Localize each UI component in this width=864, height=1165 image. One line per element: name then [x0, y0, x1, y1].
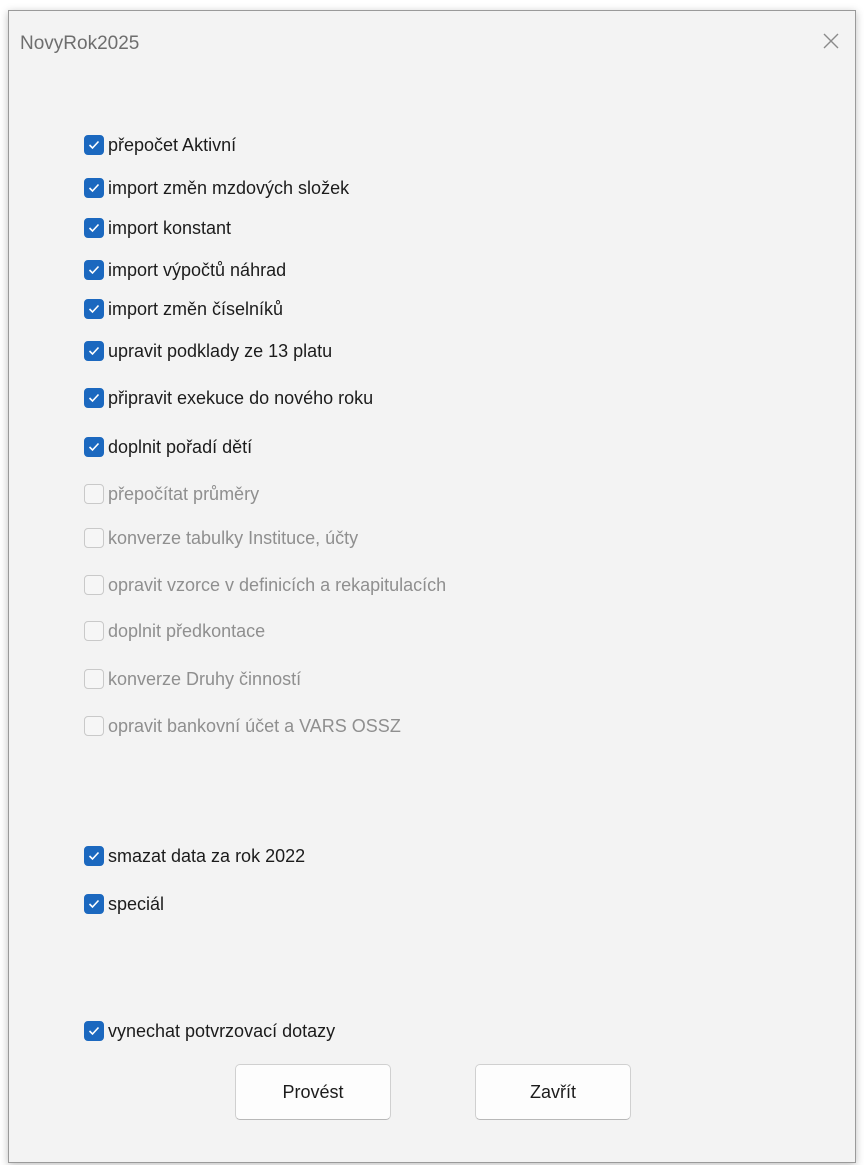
checkbox-label: smazat data za rok 2022 — [108, 845, 306, 866]
checkbox-upravit-podklady[interactable]: upravit podklady ze 13 platu — [84, 339, 332, 363]
checkbox-doplnit-poradi-deti[interactable]: doplnit pořadí dětí — [84, 435, 252, 459]
checkbox-label: připravit exekuce do nového roku — [108, 387, 374, 408]
checkbox-special[interactable]: speciál — [84, 892, 164, 916]
checkbox-label: konverze tabulky Instituce, účty — [108, 527, 359, 548]
checkbox-label: import změn mzdových složek — [108, 177, 350, 198]
checkbox-unchecked-icon[interactable] — [84, 621, 104, 641]
checkbox-checked-icon[interactable] — [84, 894, 104, 914]
dialog-window: NovyRok2025 přepočet Aktivní import změn… — [8, 10, 856, 1163]
checkbox-label: doplnit pořadí dětí — [108, 436, 253, 457]
checkbox-smazat-data[interactable]: smazat data za rok 2022 — [84, 844, 305, 868]
execute-button[interactable]: Provést — [235, 1064, 391, 1120]
title-bar[interactable]: NovyRok2025 — [9, 11, 855, 73]
checkbox-pripravit-exekuce[interactable]: připravit exekuce do nového roku — [84, 386, 373, 410]
checkbox-checked-icon[interactable] — [84, 437, 104, 457]
checkbox-label: přepočet Aktivní — [108, 134, 237, 155]
checkbox-konverze-tabulky-instituce[interactable]: konverze tabulky Instituce, účty — [84, 526, 358, 550]
checkbox-import-vypoctu-nahrad[interactable]: import výpočtů náhrad — [84, 258, 286, 282]
checkbox-checked-icon[interactable] — [84, 846, 104, 866]
checkbox-unchecked-icon[interactable] — [84, 484, 104, 504]
checkbox-checked-icon[interactable] — [84, 341, 104, 361]
checkbox-doplnit-predkontace[interactable]: doplnit předkontace — [84, 619, 265, 643]
checkbox-opravit-vzorce[interactable]: opravit vzorce v definicích a rekapitula… — [84, 573, 446, 597]
checkbox-import-konstant[interactable]: import konstant — [84, 216, 231, 240]
checkbox-label: import výpočtů náhrad — [108, 259, 287, 280]
checkbox-unchecked-icon[interactable] — [84, 575, 104, 595]
close-button[interactable]: Zavřít — [475, 1064, 631, 1120]
checkbox-konverze-druhy-cinnosti[interactable]: konverze Druhy činností — [84, 667, 301, 691]
checkbox-checked-icon[interactable] — [84, 299, 104, 319]
checkbox-checked-icon[interactable] — [84, 218, 104, 238]
checkbox-label: doplnit předkontace — [108, 620, 266, 641]
checkbox-label: přepočítat průměry — [108, 483, 260, 504]
checkbox-label: upravit podklady ze 13 platu — [108, 340, 333, 361]
checkbox-label: opravit bankovní účet a VARS OSSZ — [108, 715, 401, 736]
checkbox-checked-icon[interactable] — [84, 1021, 104, 1041]
checkbox-vynechat-potvrzovaci-dotazy[interactable]: vynechat potvrzovací dotazy — [84, 1019, 335, 1043]
checkbox-checked-icon[interactable] — [84, 178, 104, 198]
checkbox-checked-icon[interactable] — [84, 260, 104, 280]
checkbox-label: import změn číselníků — [108, 298, 284, 319]
checkbox-label: vynechat potvrzovací dotazy — [108, 1020, 336, 1041]
checkbox-checked-icon[interactable] — [84, 388, 104, 408]
window-title: NovyRok2025 — [20, 33, 140, 54]
checkbox-import-zmen-ciselniku[interactable]: import změn číselníků — [84, 297, 283, 321]
checkbox-label: opravit vzorce v definicích a rekapitula… — [108, 574, 447, 595]
checkbox-checked-icon[interactable] — [84, 135, 104, 155]
checkbox-label: import konstant — [108, 217, 232, 238]
checkbox-label: speciál — [108, 893, 165, 914]
checkbox-unchecked-icon[interactable] — [84, 716, 104, 736]
checkbox-import-zmen-mzdovych-slozek[interactable]: import změn mzdových složek — [84, 176, 349, 200]
checkbox-unchecked-icon[interactable] — [84, 669, 104, 689]
checkbox-prepocitat-prumery[interactable]: přepočítat průměry — [84, 482, 259, 506]
checkbox-prepocet-aktivni[interactable]: přepočet Aktivní — [84, 133, 236, 157]
close-icon — [823, 33, 839, 49]
checkbox-unchecked-icon[interactable] — [84, 528, 104, 548]
checkbox-opravit-bankovni-ucet[interactable]: opravit bankovní účet a VARS OSSZ — [84, 714, 401, 738]
close-window-button[interactable] — [809, 11, 855, 67]
checkbox-label: konverze Druhy činností — [108, 668, 302, 689]
